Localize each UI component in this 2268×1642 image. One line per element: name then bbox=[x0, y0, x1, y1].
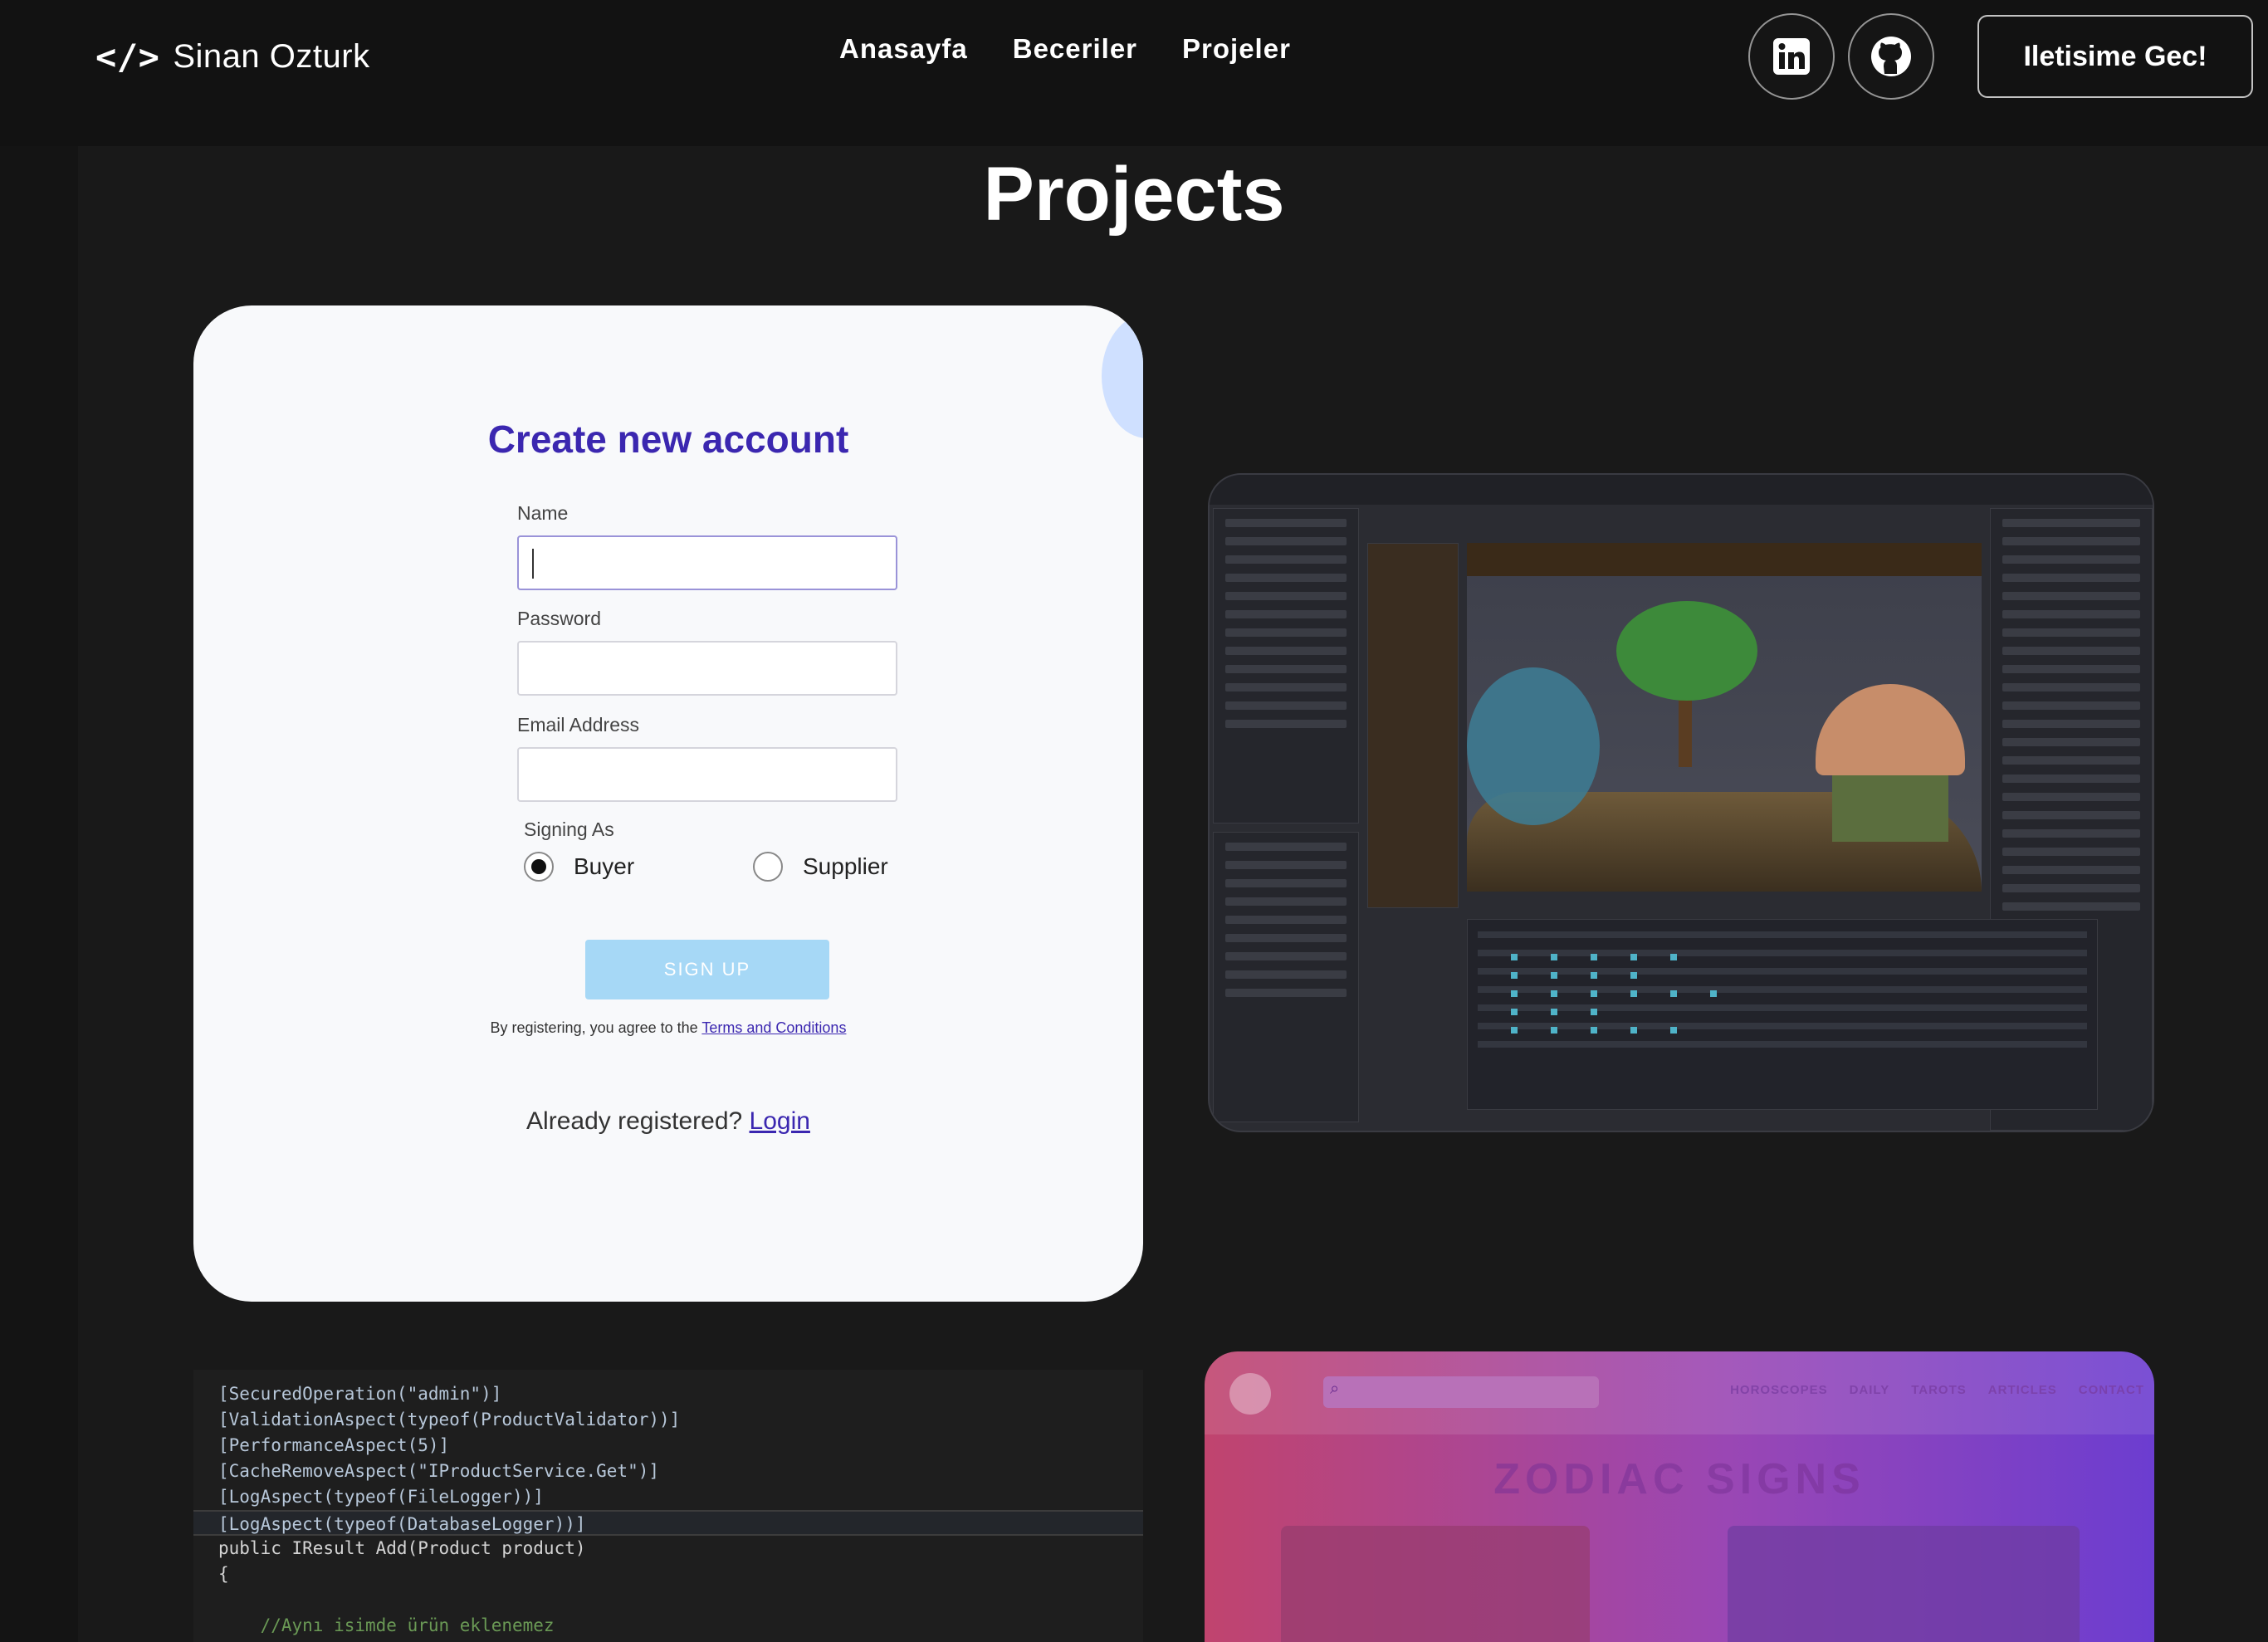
project-card-zodiac[interactable]: ⌕ HOROSCOPES DAILY TAROTS ARTICLES CONTA… bbox=[1205, 1351, 2154, 1642]
code-line: public IResult Add(Product product) bbox=[218, 1538, 586, 1558]
radio-buyer-label: Buyer bbox=[574, 853, 635, 879]
radio-supplier[interactable]: Supplier bbox=[753, 852, 888, 882]
nav-link-anasayfa[interactable]: Anasayfa bbox=[839, 33, 968, 65]
terms-text: By registering, you agree to the Terms a… bbox=[193, 1019, 1143, 1037]
code-icon: </> bbox=[95, 36, 160, 77]
zodiac-nav-item: CONTACT bbox=[2078, 1383, 2144, 1397]
zodiac-image bbox=[1728, 1526, 2080, 1642]
sign-up-button[interactable]: SIGN UP bbox=[585, 940, 829, 999]
linkedin-button[interactable] bbox=[1748, 13, 1835, 100]
email-field[interactable] bbox=[517, 747, 897, 802]
code-line-highlighted: [LogAspect(typeof(DatabaseLogger))] bbox=[193, 1510, 1143, 1536]
brand[interactable]: </> Sinan Ozturk bbox=[95, 33, 370, 80]
project-card-signup[interactable]: Create new account Name Password Email A… bbox=[193, 305, 1143, 1302]
contact-cta-button[interactable]: Iletisime Gec! bbox=[1977, 15, 2253, 98]
nav-link-beceriler[interactable]: Beceriler bbox=[1013, 33, 1137, 65]
email-label: Email Address bbox=[517, 714, 640, 735]
text-caret bbox=[532, 549, 534, 579]
navbar: </> Sinan Ozturk Anasayfa Beceriler Proj… bbox=[0, 0, 2268, 146]
radio-supplier-control[interactable] bbox=[753, 852, 783, 882]
zodiac-nav-item: DAILY bbox=[1849, 1383, 1890, 1397]
already-prefix: Already registered? bbox=[526, 1107, 750, 1135]
code-line: { bbox=[218, 1564, 229, 1584]
name-field[interactable] bbox=[517, 535, 897, 590]
code-comment: //Aynı isimde ürün eklenemez bbox=[218, 1615, 555, 1635]
brand-name: Sinan Ozturk bbox=[173, 37, 370, 75]
game-viewport bbox=[1467, 543, 1982, 892]
code-line: [PerformanceAspect(5)] bbox=[218, 1435, 450, 1455]
terms-link[interactable]: Terms and Conditions bbox=[701, 1019, 846, 1036]
radio-supplier-label: Supplier bbox=[803, 853, 888, 879]
editor-timeline bbox=[1467, 919, 2098, 1110]
radio-selected-dot bbox=[531, 859, 546, 874]
radio-buyer-control[interactable] bbox=[524, 852, 554, 882]
password-label: Password bbox=[517, 608, 601, 629]
zodiac-logo bbox=[1229, 1373, 1271, 1415]
code-line: [CacheRemoveAspect("IProductService.Get"… bbox=[218, 1461, 660, 1481]
password-field[interactable] bbox=[517, 641, 897, 696]
zodiac-nav-item: HOROSCOPES bbox=[1730, 1383, 1828, 1397]
nav-links: Anasayfa Beceriler Projeler bbox=[839, 33, 1291, 65]
project-card-code[interactable]: [SecuredOperation("admin")] [ValidationA… bbox=[193, 1370, 1143, 1642]
already-registered: Already registered? Login bbox=[193, 1107, 1143, 1136]
project-card-game-editor[interactable] bbox=[1208, 473, 2154, 1132]
zodiac-image bbox=[1281, 1526, 1590, 1642]
editor-tileset-panel bbox=[1367, 543, 1459, 908]
editor-filesystem-panel bbox=[1213, 832, 1359, 1122]
form-title: Create new account bbox=[487, 418, 849, 461]
zodiac-nav: HOROSCOPES DAILY TAROTS ARTICLES CONTACT bbox=[1730, 1383, 2144, 1397]
editor-scene-panel bbox=[1213, 508, 1359, 823]
code-line: [LogAspect(typeof(FileLogger))] bbox=[218, 1487, 544, 1507]
login-link[interactable]: Login bbox=[750, 1107, 810, 1135]
code-line: [ValidationAspect(typeof(ProductValidato… bbox=[218, 1410, 681, 1429]
editor-menubar bbox=[1210, 475, 2153, 505]
name-label: Name bbox=[517, 502, 569, 524]
signing-as-label: Signing As bbox=[524, 819, 614, 840]
terms-prefix: By registering, you agree to the bbox=[490, 1019, 702, 1036]
github-button[interactable] bbox=[1848, 13, 1934, 100]
search-icon: ⌕ bbox=[1330, 1380, 1340, 1398]
section-title: Projects bbox=[983, 152, 1285, 237]
nav-link-projeler[interactable]: Projeler bbox=[1182, 33, 1291, 65]
zodiac-title: ZODIAC SIGNS bbox=[1493, 1455, 1865, 1503]
zodiac-nav-item: ARTICLES bbox=[1987, 1383, 2057, 1397]
radio-buyer[interactable]: Buyer bbox=[524, 852, 634, 882]
zodiac-nav-item: TAROTS bbox=[1911, 1383, 1967, 1397]
zodiac-search-bar: ⌕ bbox=[1323, 1376, 1599, 1408]
linkedin-icon bbox=[1773, 38, 1810, 75]
code-line: [SecuredOperation("admin")] bbox=[218, 1384, 502, 1404]
github-icon bbox=[1871, 37, 1911, 76]
